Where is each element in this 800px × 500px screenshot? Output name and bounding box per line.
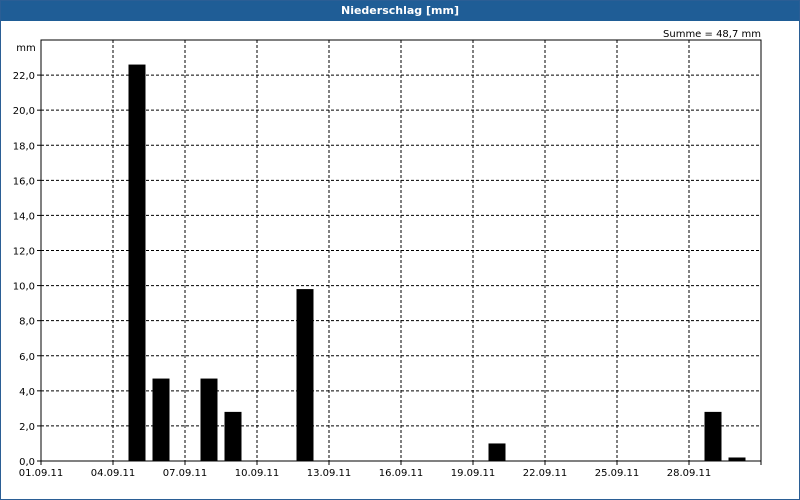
y-tick-label: 16,0 — [13, 176, 35, 187]
chart-window: Niederschlag [mm] 0,0 2,0 4,0 6,0 8,0 10,0 12,… — [0, 0, 800, 500]
x-tick-label: 22.09.11 — [523, 468, 568, 479]
y-tick-label: 6,0 — [19, 352, 35, 363]
bar — [728, 457, 746, 461]
sum-annotation: Summe = 48,7 mm — [663, 29, 761, 40]
x-tick-label: 01.09.11 — [19, 468, 64, 479]
bar — [296, 289, 314, 461]
y-axis: 0,0 2,0 4,0 6,0 8,0 10,0 12,0 14,0 16,0 18,0 20,0 2… — [13, 71, 41, 468]
y-tick-label: 14,0 — [13, 211, 35, 222]
precipitation-chart: 0,0 2,0 4,0 6,0 8,0 10,0 12,0 14,0 16,0 18,0 20,0 2… — [13, 29, 762, 479]
x-tick-label: 19.09.11 — [451, 468, 496, 479]
y-tick-label: 10,0 — [13, 282, 35, 293]
x-tick-label: 07.09.11 — [163, 468, 208, 479]
x-tick-label: 10.09.11 — [235, 468, 280, 479]
x-axis: 01.09.11 04.09.11 07.09.11 10.09.11 13.09.11… — [19, 461, 762, 479]
bar — [224, 411, 242, 461]
y-tick-label: 12,0 — [13, 247, 35, 258]
x-tick-label: 25.09.11 — [595, 468, 640, 479]
bar-series — [128, 64, 746, 461]
bar — [152, 378, 170, 461]
y-axis-unit-label: mm — [16, 43, 35, 54]
y-tick-label: 18,0 — [13, 141, 35, 152]
y-tick-label: 2,0 — [19, 422, 35, 433]
y-tick-label: 20,0 — [13, 106, 35, 117]
x-tick-label: 13.09.11 — [307, 468, 352, 479]
y-tick-label: 4,0 — [19, 387, 35, 398]
bar — [704, 411, 722, 461]
x-tick-label: 04.09.11 — [91, 468, 136, 479]
y-tick-label: 0,0 — [19, 457, 35, 468]
x-tick-label: 16.09.11 — [379, 468, 424, 479]
grid-lines — [41, 40, 761, 461]
bar — [128, 64, 146, 461]
x-tick-label: 28.09.11 — [667, 468, 712, 479]
y-tick-label: 8,0 — [19, 317, 35, 328]
bar — [488, 443, 506, 461]
bar — [200, 378, 218, 461]
y-tick-label: 22,0 — [13, 71, 35, 82]
